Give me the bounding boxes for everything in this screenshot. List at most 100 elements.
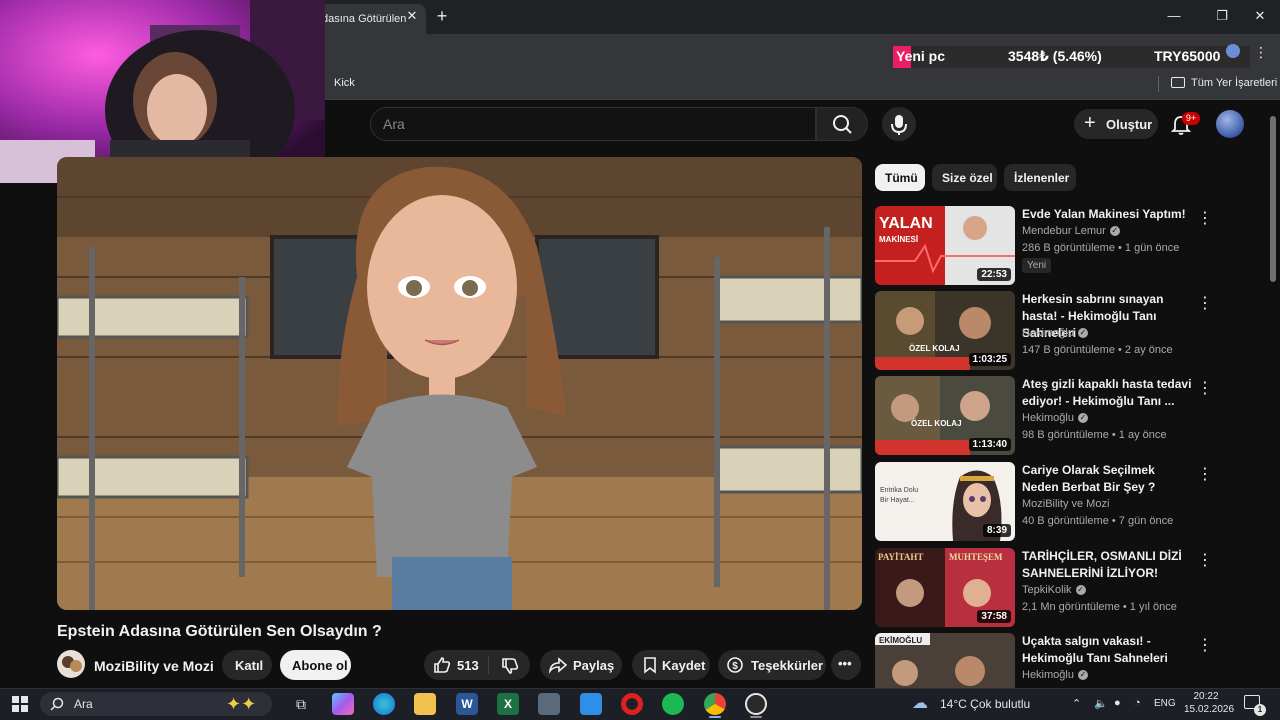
new-tab-button[interactable]: + xyxy=(432,6,452,26)
wifi-icon[interactable]: ◔ xyxy=(1134,697,1141,709)
kebab-menu-icon[interactable]: ⋮ xyxy=(1197,293,1213,313)
recommendation-item[interactable]: PAYİTAHT MUHTEŞEM 37:58 TARİHÇİLER, OSMA… xyxy=(875,548,1215,628)
kebab-menu-icon[interactable]: ⋮ xyxy=(1197,378,1213,398)
thanks-label: Teşekkürler xyxy=(751,658,824,673)
webcam-overlay xyxy=(0,0,325,183)
copilot-icon[interactable] xyxy=(332,693,354,715)
excel-icon[interactable]: X xyxy=(497,693,519,715)
microphone-icon[interactable]: ● xyxy=(1114,697,1121,709)
more-icon: ••• xyxy=(838,656,852,671)
like-count[interactable]: 513 xyxy=(457,658,479,673)
recommendation-item[interactable]: YALAN MAKİNESİ 22:53 Evde Yalan Makinesi… xyxy=(875,206,1215,286)
file-explorer-icon[interactable] xyxy=(414,693,436,715)
new-badge: Yeni xyxy=(1022,258,1052,273)
bookmark-icon xyxy=(644,657,656,674)
chevron-up-icon[interactable]: ⌃ xyxy=(1072,697,1081,710)
more-actions-button[interactable]: ••• xyxy=(831,650,861,680)
kebab-menu-icon[interactable]: ⋮ xyxy=(1197,550,1213,570)
svg-text:ÖZEL KOLAJ: ÖZEL KOLAJ xyxy=(911,419,962,428)
video-thumbnail[interactable]: PAYİTAHT MUHTEŞEM 37:58 xyxy=(875,548,1015,627)
video-title[interactable]: Ateş gizli kapaklı hasta tedavi ediyor! … xyxy=(1022,376,1192,410)
share-button[interactable]: Paylaş xyxy=(540,650,622,680)
screen: dasına Götürülen ✕ + — ❐ ✕ Yeni pc 3548₺… xyxy=(0,0,1280,720)
close-tab-icon[interactable]: ✕ xyxy=(404,8,420,24)
input-language[interactable]: ENG xyxy=(1154,698,1176,709)
subscribe-button[interactable]: Abone ol xyxy=(280,650,351,680)
channel-avatar[interactable] xyxy=(57,650,85,678)
close-window-icon[interactable]: ✕ xyxy=(1248,6,1272,26)
recommendation-item[interactable]: EKİMOĞLU Uçakta salgın vakası! - Hekimoğ… xyxy=(875,633,1215,688)
kebab-menu-icon[interactable]: ⋮ xyxy=(1197,208,1213,228)
join-button[interactable]: Katıl xyxy=(222,650,272,680)
windows-start-icon[interactable] xyxy=(12,696,28,712)
weather-cloud-icon[interactable]: ☁ xyxy=(912,693,934,715)
task-view-icon[interactable]: ⧉ xyxy=(290,693,312,715)
video-duration: 1:03:25 xyxy=(968,353,1011,366)
verified-icon: ✓ xyxy=(1109,226,1120,237)
minimize-icon[interactable]: — xyxy=(1162,6,1186,26)
weather-label[interactable]: 14°C Çok bulutlu xyxy=(940,697,1030,711)
chip-for-you[interactable]: Size özel xyxy=(932,164,997,191)
thumbs-up-icon[interactable] xyxy=(432,655,452,675)
channel-name[interactable]: TepkiKolik ✓ xyxy=(1022,584,1086,596)
svg-text:YALAN: YALAN xyxy=(879,215,933,232)
save-label: Kaydet xyxy=(662,658,706,673)
kebab-menu-icon[interactable]: ⋮ xyxy=(1197,635,1213,655)
account-avatar[interactable] xyxy=(1216,110,1244,138)
video-thumbnail[interactable]: ÖZEL KOLAJ 1:03:25 xyxy=(875,291,1015,370)
video-thumbnail[interactable]: ÖZEL KOLAJ 1:13:40 xyxy=(875,376,1015,455)
all-bookmarks[interactable]: Tüm Yer İşaretleri xyxy=(1191,77,1277,89)
video-thumbnail[interactable]: Entrika Dolu Bir Hayat... 8:39 xyxy=(875,462,1015,541)
channel-name[interactable]: Hekimoğlu ✓ xyxy=(1022,327,1088,339)
thumbs-down-icon[interactable] xyxy=(500,656,520,676)
edge-icon[interactable] xyxy=(373,693,395,715)
video-title[interactable]: Cariye Olarak Seçilmek Neden Berbat Bir … xyxy=(1022,462,1192,496)
recommendation-item[interactable]: ÖZEL KOLAJ 1:03:25 Herkesin sabrını sına… xyxy=(875,291,1215,371)
video-meta: 2,1 Mn görüntüleme • 1 yıl önce xyxy=(1022,601,1177,613)
thanks-button[interactable]: $ Teşekkürler xyxy=(718,650,826,680)
channel-name[interactable]: MoziBility ve Mozi xyxy=(94,658,214,674)
channel-name[interactable]: Hekimoğlu ✓ xyxy=(1022,669,1088,681)
search-icon xyxy=(50,697,64,711)
kebab-menu-icon[interactable]: ⋮ xyxy=(1197,464,1213,484)
clock[interactable]: 20:22 15.02.2026 xyxy=(1184,690,1234,716)
video-meta: 98 B görüntüleme • 1 ay önce xyxy=(1022,429,1167,441)
scrollbar-thumb[interactable] xyxy=(1270,116,1276,282)
search-input[interactable] xyxy=(370,107,816,141)
bookmark-kick[interactable]: Kick xyxy=(334,77,355,89)
chip-watched[interactable]: İzlenenler xyxy=(1004,164,1076,191)
video-player[interactable] xyxy=(57,157,862,610)
save-button[interactable]: Kaydet xyxy=(632,650,710,680)
video-duration: 22:53 xyxy=(977,268,1011,281)
search-button[interactable] xyxy=(816,107,868,141)
maximize-icon[interactable]: ❐ xyxy=(1210,6,1234,26)
opera-icon[interactable] xyxy=(621,693,643,715)
voice-search-button[interactable] xyxy=(882,107,916,141)
svg-text:MAKİNESİ: MAKİNESİ xyxy=(879,235,918,244)
channel-name[interactable]: MoziBility ve Mozi xyxy=(1022,498,1109,510)
word-icon[interactable]: W xyxy=(456,693,478,715)
create-button[interactable]: + Oluştur xyxy=(1074,109,1158,139)
thanks-icon: $ xyxy=(727,657,743,673)
volume-icon[interactable]: 🔈 xyxy=(1094,697,1108,710)
video-title[interactable]: Evde Yalan Makinesi Yaptım! xyxy=(1022,206,1192,223)
like-dislike-group: 513 xyxy=(424,650,530,680)
video-thumbnail[interactable]: EKİMOĞLU xyxy=(875,633,1015,688)
copilot-sparkle-icon[interactable]: ✦✦ xyxy=(226,694,270,716)
spotify-icon[interactable] xyxy=(662,693,684,715)
chip-all[interactable]: Tümü xyxy=(875,164,925,191)
calculator-icon[interactable] xyxy=(538,693,560,715)
chrome-icon[interactable] xyxy=(704,693,726,715)
channel-name[interactable]: Hekimoğlu ✓ xyxy=(1022,412,1088,424)
store-icon[interactable] xyxy=(580,693,602,715)
browser-menu-icon[interactable]: ⋮ xyxy=(1254,44,1268,61)
video-title[interactable]: Uçakta salgın vakası! - Hekimoğlu Tanı S… xyxy=(1022,633,1192,667)
recommendation-item[interactable]: Entrika Dolu Bir Hayat... 8:39 Cariye Ol… xyxy=(875,462,1215,542)
plus-icon: + xyxy=(1084,112,1096,134)
obs-icon[interactable] xyxy=(745,693,767,715)
chrome-active-indicator xyxy=(709,716,721,718)
channel-name[interactable]: Mendebur Lemur ✓ xyxy=(1022,225,1120,237)
video-title[interactable]: TARİHÇİLER, OSMANLI DİZİ SAHNELERİNİ İZL… xyxy=(1022,548,1192,582)
video-thumbnail[interactable]: YALAN MAKİNESİ 22:53 xyxy=(875,206,1015,285)
recommendation-item[interactable]: ÖZEL KOLAJ 1:13:40 Ateş gizli kapaklı ha… xyxy=(875,376,1215,456)
